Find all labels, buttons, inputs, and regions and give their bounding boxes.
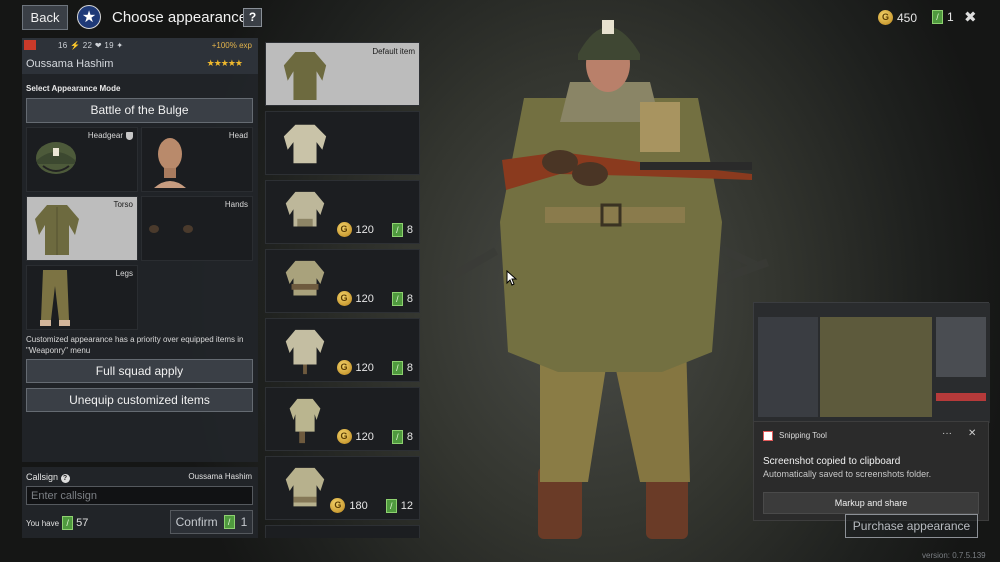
appearance-mode-select[interactable]: Battle of the Bulge bbox=[26, 98, 253, 123]
appearance-mode-label: Select Appearance Mode bbox=[26, 84, 121, 93]
gold-balance: G 450 bbox=[878, 10, 917, 25]
gold-coin-icon: G bbox=[336, 222, 352, 237]
slot-label: Torso bbox=[113, 200, 133, 209]
screenshot-thumbnail bbox=[754, 303, 990, 423]
purchase-appearance-button[interactable]: Purchase appearance bbox=[845, 514, 978, 538]
appearance-priority-note: Customized appearance has a priority ove… bbox=[26, 335, 244, 355]
head-icon bbox=[154, 138, 186, 188]
item-option[interactable]: G 120 / 8 bbox=[265, 318, 420, 382]
item-option[interactable] bbox=[265, 111, 420, 175]
hands-icon bbox=[149, 225, 193, 233]
jacket-thumbnail bbox=[285, 329, 325, 375]
slot-hands[interactable]: Hands bbox=[141, 196, 253, 261]
item-price: G 120 / 8 bbox=[336, 429, 413, 444]
snipping-tool-icon bbox=[763, 431, 773, 441]
item-default[interactable]: Default item bbox=[265, 42, 420, 106]
jacket-thumbnail bbox=[285, 191, 325, 227]
callsign-label: Callsign ? bbox=[26, 472, 70, 483]
torso-icon bbox=[35, 205, 79, 255]
item-option[interactable]: G 180 / 12 bbox=[265, 456, 420, 520]
mouse-cursor-icon bbox=[506, 270, 518, 286]
soldier-header: 16 ⚡ 22 ❤ 19 ✦ +100% exp Oussama Hashim … bbox=[22, 38, 258, 74]
version-text: version: 0.7.5.139 bbox=[922, 551, 986, 560]
gold-coin-icon: G bbox=[878, 10, 893, 25]
item-price: G 120 / 8 bbox=[336, 291, 413, 306]
soldier-stats: 16 ⚡ 22 ❤ 19 ✦ bbox=[58, 41, 124, 50]
ticket-icon: / bbox=[391, 360, 403, 375]
appearance-panel: 16 ⚡ 22 ❤ 19 ✦ +100% exp Oussama Hashim … bbox=[22, 38, 258, 462]
item-option[interactable]: G 120 / 8 bbox=[265, 249, 420, 313]
ticket-icon: / bbox=[932, 10, 943, 24]
soldier-model bbox=[442, 20, 769, 539]
gold-coin-icon: G bbox=[336, 429, 352, 444]
trousers-icon bbox=[40, 270, 70, 326]
ticket-icon: / bbox=[391, 429, 403, 444]
rank-flag-icon bbox=[24, 40, 36, 50]
back-button[interactable]: Back bbox=[22, 5, 68, 30]
soldier-name: Oussama Hashim bbox=[26, 58, 114, 70]
gold-coin-icon: G bbox=[330, 498, 346, 513]
ticket-icon: / bbox=[385, 498, 397, 513]
slot-label: Headgear bbox=[88, 131, 133, 140]
ticket-amount: 1 bbox=[947, 10, 954, 24]
jacket-thumbnail bbox=[283, 124, 327, 164]
slot-label: Head bbox=[228, 131, 248, 140]
help-button[interactable]: ? bbox=[243, 8, 262, 27]
full-squad-apply-button[interactable]: Full squad apply bbox=[26, 359, 253, 383]
soldier-rating-stars: ★★★★★ bbox=[206, 58, 243, 68]
slot-torso[interactable]: Torso bbox=[26, 196, 138, 261]
callsign-input[interactable] bbox=[26, 486, 253, 505]
snipping-tool-notification[interactable]: Snipping Tool ··· ✕ Screenshot copied to… bbox=[753, 421, 989, 521]
jacket-thumbnail bbox=[289, 398, 321, 444]
toast-app-name: Snipping Tool bbox=[779, 431, 827, 440]
item-option[interactable]: G 120 / 8 bbox=[265, 180, 420, 244]
callsign-panel: Callsign ? Oussama Hashim You have / 57 … bbox=[22, 467, 258, 538]
slot-legs[interactable]: Legs bbox=[26, 265, 138, 330]
jacket-thumbnail bbox=[285, 260, 325, 296]
helmet-icon bbox=[36, 142, 76, 174]
toast-subtitle: Automatically saved to screenshots folde… bbox=[763, 469, 932, 479]
unequip-customized-button[interactable]: Unequip customized items bbox=[26, 388, 253, 412]
slot-headgear[interactable]: Headgear bbox=[26, 127, 138, 192]
torso-item-list[interactable]: Default item G 120 / 8 G 120 / 8 G 120 /… bbox=[262, 42, 422, 538]
us-army-star-icon: ★ bbox=[77, 5, 101, 29]
item-option[interactable]: G 120 / 8 bbox=[265, 387, 420, 451]
screenshot-preview[interactable] bbox=[753, 302, 990, 423]
shield-icon bbox=[126, 131, 133, 140]
markup-and-share-button[interactable]: Markup and share bbox=[763, 492, 979, 514]
close-button[interactable]: ✖ bbox=[964, 8, 977, 26]
slot-head[interactable]: Head bbox=[141, 127, 253, 192]
confirm-callsign-button[interactable]: Confirm / 1 bbox=[170, 510, 253, 534]
ticket-icon: / bbox=[391, 222, 403, 237]
item-price: G 120 / 8 bbox=[336, 222, 413, 237]
more-options-icon[interactable]: ··· bbox=[942, 428, 952, 439]
ticket-icon: / bbox=[391, 291, 403, 306]
item-price: G 120 / 8 bbox=[336, 360, 413, 375]
jacket-thumbnail bbox=[285, 467, 325, 507]
gold-amount: 450 bbox=[897, 10, 918, 25]
ticket-balance-line: You have / 57 bbox=[26, 516, 89, 530]
item-label: Default item bbox=[372, 47, 415, 56]
help-icon[interactable]: ? bbox=[60, 474, 70, 483]
slot-label: Legs bbox=[115, 269, 133, 278]
ticket-balance: / 1 bbox=[932, 10, 954, 24]
page-title: Choose appearance bbox=[112, 9, 248, 26]
ticket-icon: / bbox=[223, 515, 235, 529]
ticket-icon: / bbox=[62, 516, 74, 530]
coat-thumbnail bbox=[283, 51, 327, 101]
item-option[interactable] bbox=[265, 525, 420, 538]
slot-label: Hands bbox=[224, 200, 248, 209]
exp-bonus: +100% exp bbox=[211, 41, 252, 50]
close-icon[interactable]: ✕ bbox=[968, 428, 976, 439]
gold-coin-icon: G bbox=[336, 360, 352, 375]
ticket-count: 57 bbox=[76, 517, 89, 529]
callsign-current-name: Oussama Hashim bbox=[188, 472, 252, 481]
gold-coin-icon: G bbox=[336, 291, 352, 306]
item-price: G 180 / 12 bbox=[330, 498, 413, 513]
toast-title: Screenshot copied to clipboard bbox=[763, 456, 901, 467]
